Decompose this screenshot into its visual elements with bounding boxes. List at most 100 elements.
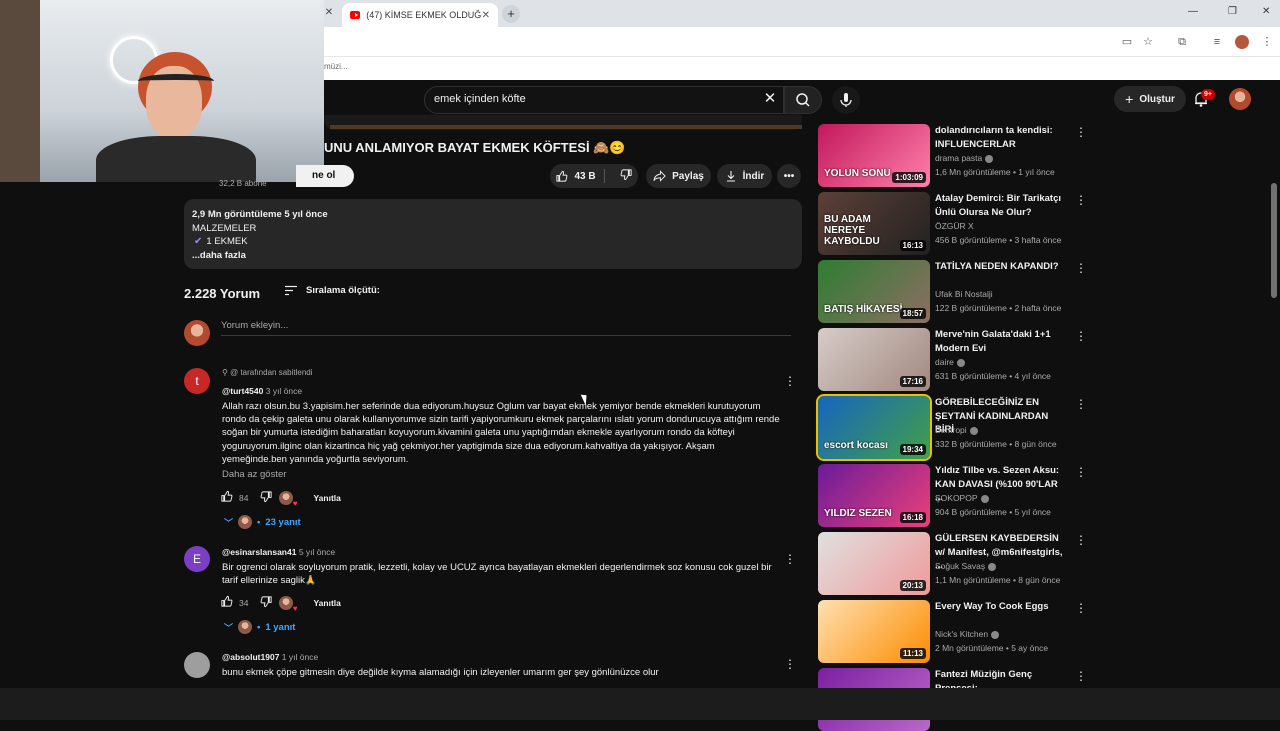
dislike-button[interactable] — [620, 168, 633, 184]
channel-name[interactable]: Bentropi — [935, 425, 967, 435]
comment-time[interactable]: 5 yıl önce — [299, 547, 335, 557]
reply-button[interactable]: Yanıtla — [313, 493, 340, 503]
recommendation-channel[interactable]: Soğuk Savaş — [935, 561, 997, 571]
recommendation-menu-icon[interactable]: ⋮ — [1075, 261, 1087, 275]
recommendation-thumbnail[interactable]: 17:16 — [818, 328, 930, 391]
recommendation-title[interactable]: Every Way To Cook Eggs — [935, 600, 1065, 614]
video-duration: 20:13 — [899, 580, 926, 591]
comment-dislike-button[interactable] — [260, 595, 273, 610]
comment-avatar[interactable]: E — [184, 546, 210, 572]
recommendation-channel[interactable]: drama pasta — [935, 153, 994, 163]
comment-menu-icon[interactable]: ⋮ — [784, 657, 796, 671]
recommendation-thumbnail[interactable]: 11:13 — [818, 600, 930, 663]
new-tab-button[interactable]: + — [502, 5, 520, 23]
comment-author[interactable]: @absolut1907 — [222, 652, 279, 662]
channel-name[interactable]: daire — [935, 357, 954, 367]
recommendation-channel[interactable]: Ufak Bi Nostalji — [935, 289, 993, 299]
recommendation-title[interactable]: Atalay Demirci: Bir Tarikatçı Ünlü Olurs… — [935, 192, 1065, 219]
tab-active[interactable]: (47) KİMSE EKMEK OLDUĞUNU ✕ — [342, 3, 498, 27]
recommendation-menu-icon[interactable]: ⋮ — [1075, 601, 1087, 615]
extensions-icon[interactable]: ⧉ — [1175, 35, 1189, 49]
search-button[interactable] — [784, 86, 822, 114]
recommendation-menu-icon[interactable]: ⋮ — [1075, 193, 1087, 207]
view-replies-button[interactable]: ﹀ • 23 yanıt — [224, 515, 301, 529]
player-progress-bar[interactable] — [330, 125, 802, 129]
recommendation-channel[interactable]: Nick's Kitchen — [935, 629, 1000, 639]
channel-name[interactable]: Soğuk Savaş — [935, 561, 985, 571]
window-close-icon[interactable]: ✕ — [1262, 6, 1270, 17]
comment-like-button[interactable] — [220, 490, 233, 505]
create-button[interactable]: + Oluştur — [1114, 86, 1186, 112]
recommendation-channel[interactable]: ŞOKOPOP — [935, 493, 989, 503]
download-icon — [726, 171, 735, 182]
recommendation-menu-icon[interactable]: ⋮ — [1075, 465, 1087, 479]
recommendation-channel[interactable]: ÖZGÜR X — [935, 221, 974, 231]
chrome-menu-icon[interactable]: ⋮ — [1260, 35, 1274, 49]
recommendation-thumbnail[interactable]: escort kocası 19:34 — [816, 394, 932, 461]
comment-menu-icon[interactable]: ⋮ — [784, 374, 796, 388]
view-replies-button[interactable]: ﹀ • 1 yanıt — [224, 620, 295, 634]
like-button[interactable]: 43 B — [555, 170, 596, 183]
recommendation-channel[interactable]: daire — [935, 357, 965, 367]
account-avatar[interactable] — [1229, 88, 1251, 110]
download-button[interactable]: İndir — [717, 164, 772, 188]
show-less-link[interactable]: Daha az göster — [222, 469, 286, 480]
show-more-link[interactable]: ...daha fazla — [192, 249, 794, 263]
join-button[interactable]: ne ol — [296, 165, 354, 187]
page-scrollbar[interactable] — [1271, 183, 1277, 298]
cast-icon[interactable]: ▭ — [1120, 35, 1134, 49]
comment-time[interactable]: 1 yıl önce — [282, 652, 318, 662]
comment-input[interactable]: Yorum ekleyin... — [221, 320, 791, 336]
comment-actions: 34 ♥ Yanıtla — [220, 595, 341, 613]
recommendation-thumbnail[interactable]: 20:13 — [818, 532, 930, 595]
restore-icon[interactable]: ❐ — [1228, 6, 1237, 17]
reply-button[interactable]: Yanıtla — [313, 598, 340, 608]
my-avatar — [184, 320, 210, 346]
webcam-overlay — [0, 0, 324, 182]
channel-name[interactable]: Nick's Kitchen — [935, 629, 988, 639]
recommendation-title[interactable]: dolandırıcıların ta kendisi: INFLUENCERL… — [935, 124, 1065, 151]
recommendation-menu-icon[interactable]: ⋮ — [1075, 397, 1087, 411]
comment-author[interactable]: @turt4540 — [222, 386, 263, 396]
channel-name[interactable]: drama pasta — [935, 153, 982, 163]
bookmark-item[interactable]: müzi... — [324, 62, 348, 71]
video-description[interactable]: 2,9 Mn görüntüleme 5 yıl önce MALZEMELER… — [184, 199, 802, 269]
channel-name[interactable]: ŞOKOPOP — [935, 493, 978, 503]
chevron-down-icon: ﹀ — [224, 517, 234, 528]
recommendation-menu-icon[interactable]: ⋮ — [1075, 533, 1087, 547]
recommendation-title[interactable]: Merve'nin Galata'daki 1+1 Modern Evi — [935, 328, 1065, 355]
recommendation-menu-icon[interactable]: ⋮ — [1075, 125, 1087, 139]
reading-list-icon[interactable]: ≡ — [1210, 35, 1224, 49]
recommendation-menu-icon[interactable]: ⋮ — [1075, 669, 1087, 683]
close-tab-icon[interactable]: ✕ — [482, 10, 490, 21]
recommendation-channel[interactable]: Bentropi — [935, 425, 978, 435]
profile-avatar[interactable] — [1235, 35, 1249, 49]
recommendation-title[interactable]: TATİLYA NEDEN KAPANDI? — [935, 260, 1065, 274]
comment-avatar[interactable]: t — [184, 368, 210, 394]
creator-avatar — [238, 515, 253, 529]
heart-icon: ♥ — [292, 498, 298, 508]
share-icon — [653, 170, 666, 182]
close-tab-icon[interactable]: ✕ — [322, 6, 336, 20]
sort-button[interactable]: Sıralama ölçütü: — [284, 285, 380, 296]
recommendation-thumbnail[interactable]: YOLUN SONU 1:03:09 — [818, 124, 930, 187]
subscriber-count: 32,2 B abone — [219, 179, 267, 188]
voice-search-button[interactable] — [832, 86, 860, 114]
recommendation-thumbnail[interactable]: YILDIZ SEZEN 16:18 — [818, 464, 930, 527]
comment-menu-icon[interactable]: ⋮ — [784, 552, 796, 566]
recommendation-menu-icon[interactable]: ⋮ — [1075, 329, 1087, 343]
comment-time[interactable]: 3 yıl önce — [266, 386, 302, 396]
clear-search-icon[interactable]: ✕ — [761, 90, 779, 108]
share-button[interactable]: Paylaş — [646, 164, 711, 188]
comment-dislike-button[interactable] — [260, 490, 273, 505]
comment-like-button[interactable] — [220, 595, 233, 610]
bookmark-star-icon[interactable]: ☆ — [1141, 35, 1155, 49]
recommendation-thumbnail[interactable]: BATIŞ HİKAYESİ 18:57 — [818, 260, 930, 323]
comment-avatar[interactable] — [184, 652, 210, 678]
channel-name[interactable]: Ufak Bi Nostalji — [935, 289, 993, 299]
minimize-icon[interactable]: — — [1188, 6, 1198, 17]
recommendation-thumbnail[interactable]: BU ADAM NEREYE KAYBOLDU 16:13 — [818, 192, 930, 255]
comment-author[interactable]: @esinarslansan41 — [222, 547, 296, 557]
channel-name[interactable]: ÖZGÜR X — [935, 221, 974, 231]
more-actions-button[interactable]: ••• — [777, 164, 801, 188]
